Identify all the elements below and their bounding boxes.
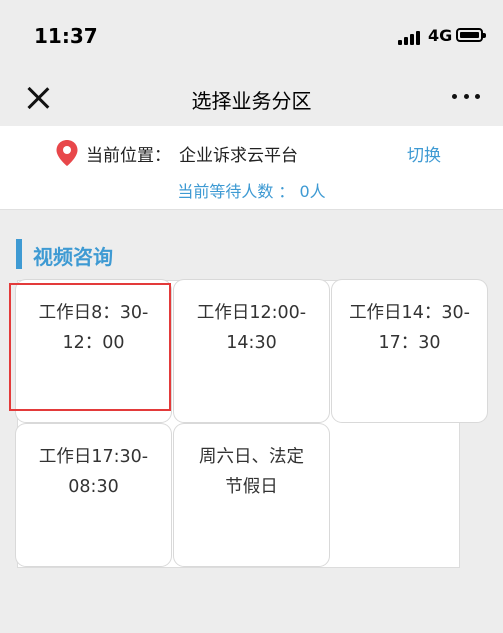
section-accent-bar <box>16 239 22 269</box>
waiting-count: 当前等待人数 ： 0人 <box>177 182 326 201</box>
slot-card[interactable]: 工作日14：30- 17：30 <box>332 280 487 422</box>
slot-line1: 周六日、法定 <box>199 447 304 467</box>
location-pin-icon <box>56 140 78 166</box>
page-title: 选择业务分区 <box>191 89 312 113</box>
slot-line1: 工作日14：30- <box>349 303 470 323</box>
slot-line1: 工作日12:00- <box>196 303 307 323</box>
slot-card[interactable]: 周六日、法定 节假日 <box>174 424 329 566</box>
section-title: 视频咨询 <box>33 245 113 269</box>
slot-line2: 17：30 <box>378 333 441 353</box>
status-bar: 11:37 4G <box>0 0 503 72</box>
switch-button[interactable]: 切换 <box>407 141 441 166</box>
battery-icon <box>456 28 486 42</box>
slot-card[interactable]: 工作日8：30- 12：00 <box>16 280 171 422</box>
slot-line2: 12：00 <box>62 333 125 353</box>
slot-line1: 工作日8：30- <box>38 303 149 323</box>
location-label: 当前位置： <box>86 146 171 166</box>
slot-line1: 工作日17:30- <box>38 447 149 467</box>
signal-icon <box>398 29 422 45</box>
slot-card[interactable]: 工作日12:00- 14:30 <box>174 280 329 422</box>
slot-line2: 14:30 <box>226 333 277 353</box>
slot-line2: 08:30 <box>68 477 119 497</box>
slot-card[interactable]: 工作日17:30- 08:30 <box>16 424 171 566</box>
network-type: 4G <box>428 26 453 45</box>
location-value: 企业诉求云平台 <box>179 146 298 166</box>
status-time: 11:37 <box>34 24 98 48</box>
nav-bar: 选择业务分区 <box>0 72 503 126</box>
slot-line2: 节假日 <box>225 477 278 497</box>
more-icon[interactable] <box>452 94 480 100</box>
location-panel: 当前位置： 企业诉求云平台 切换 当前等待人数 ： 0人 <box>0 126 503 210</box>
